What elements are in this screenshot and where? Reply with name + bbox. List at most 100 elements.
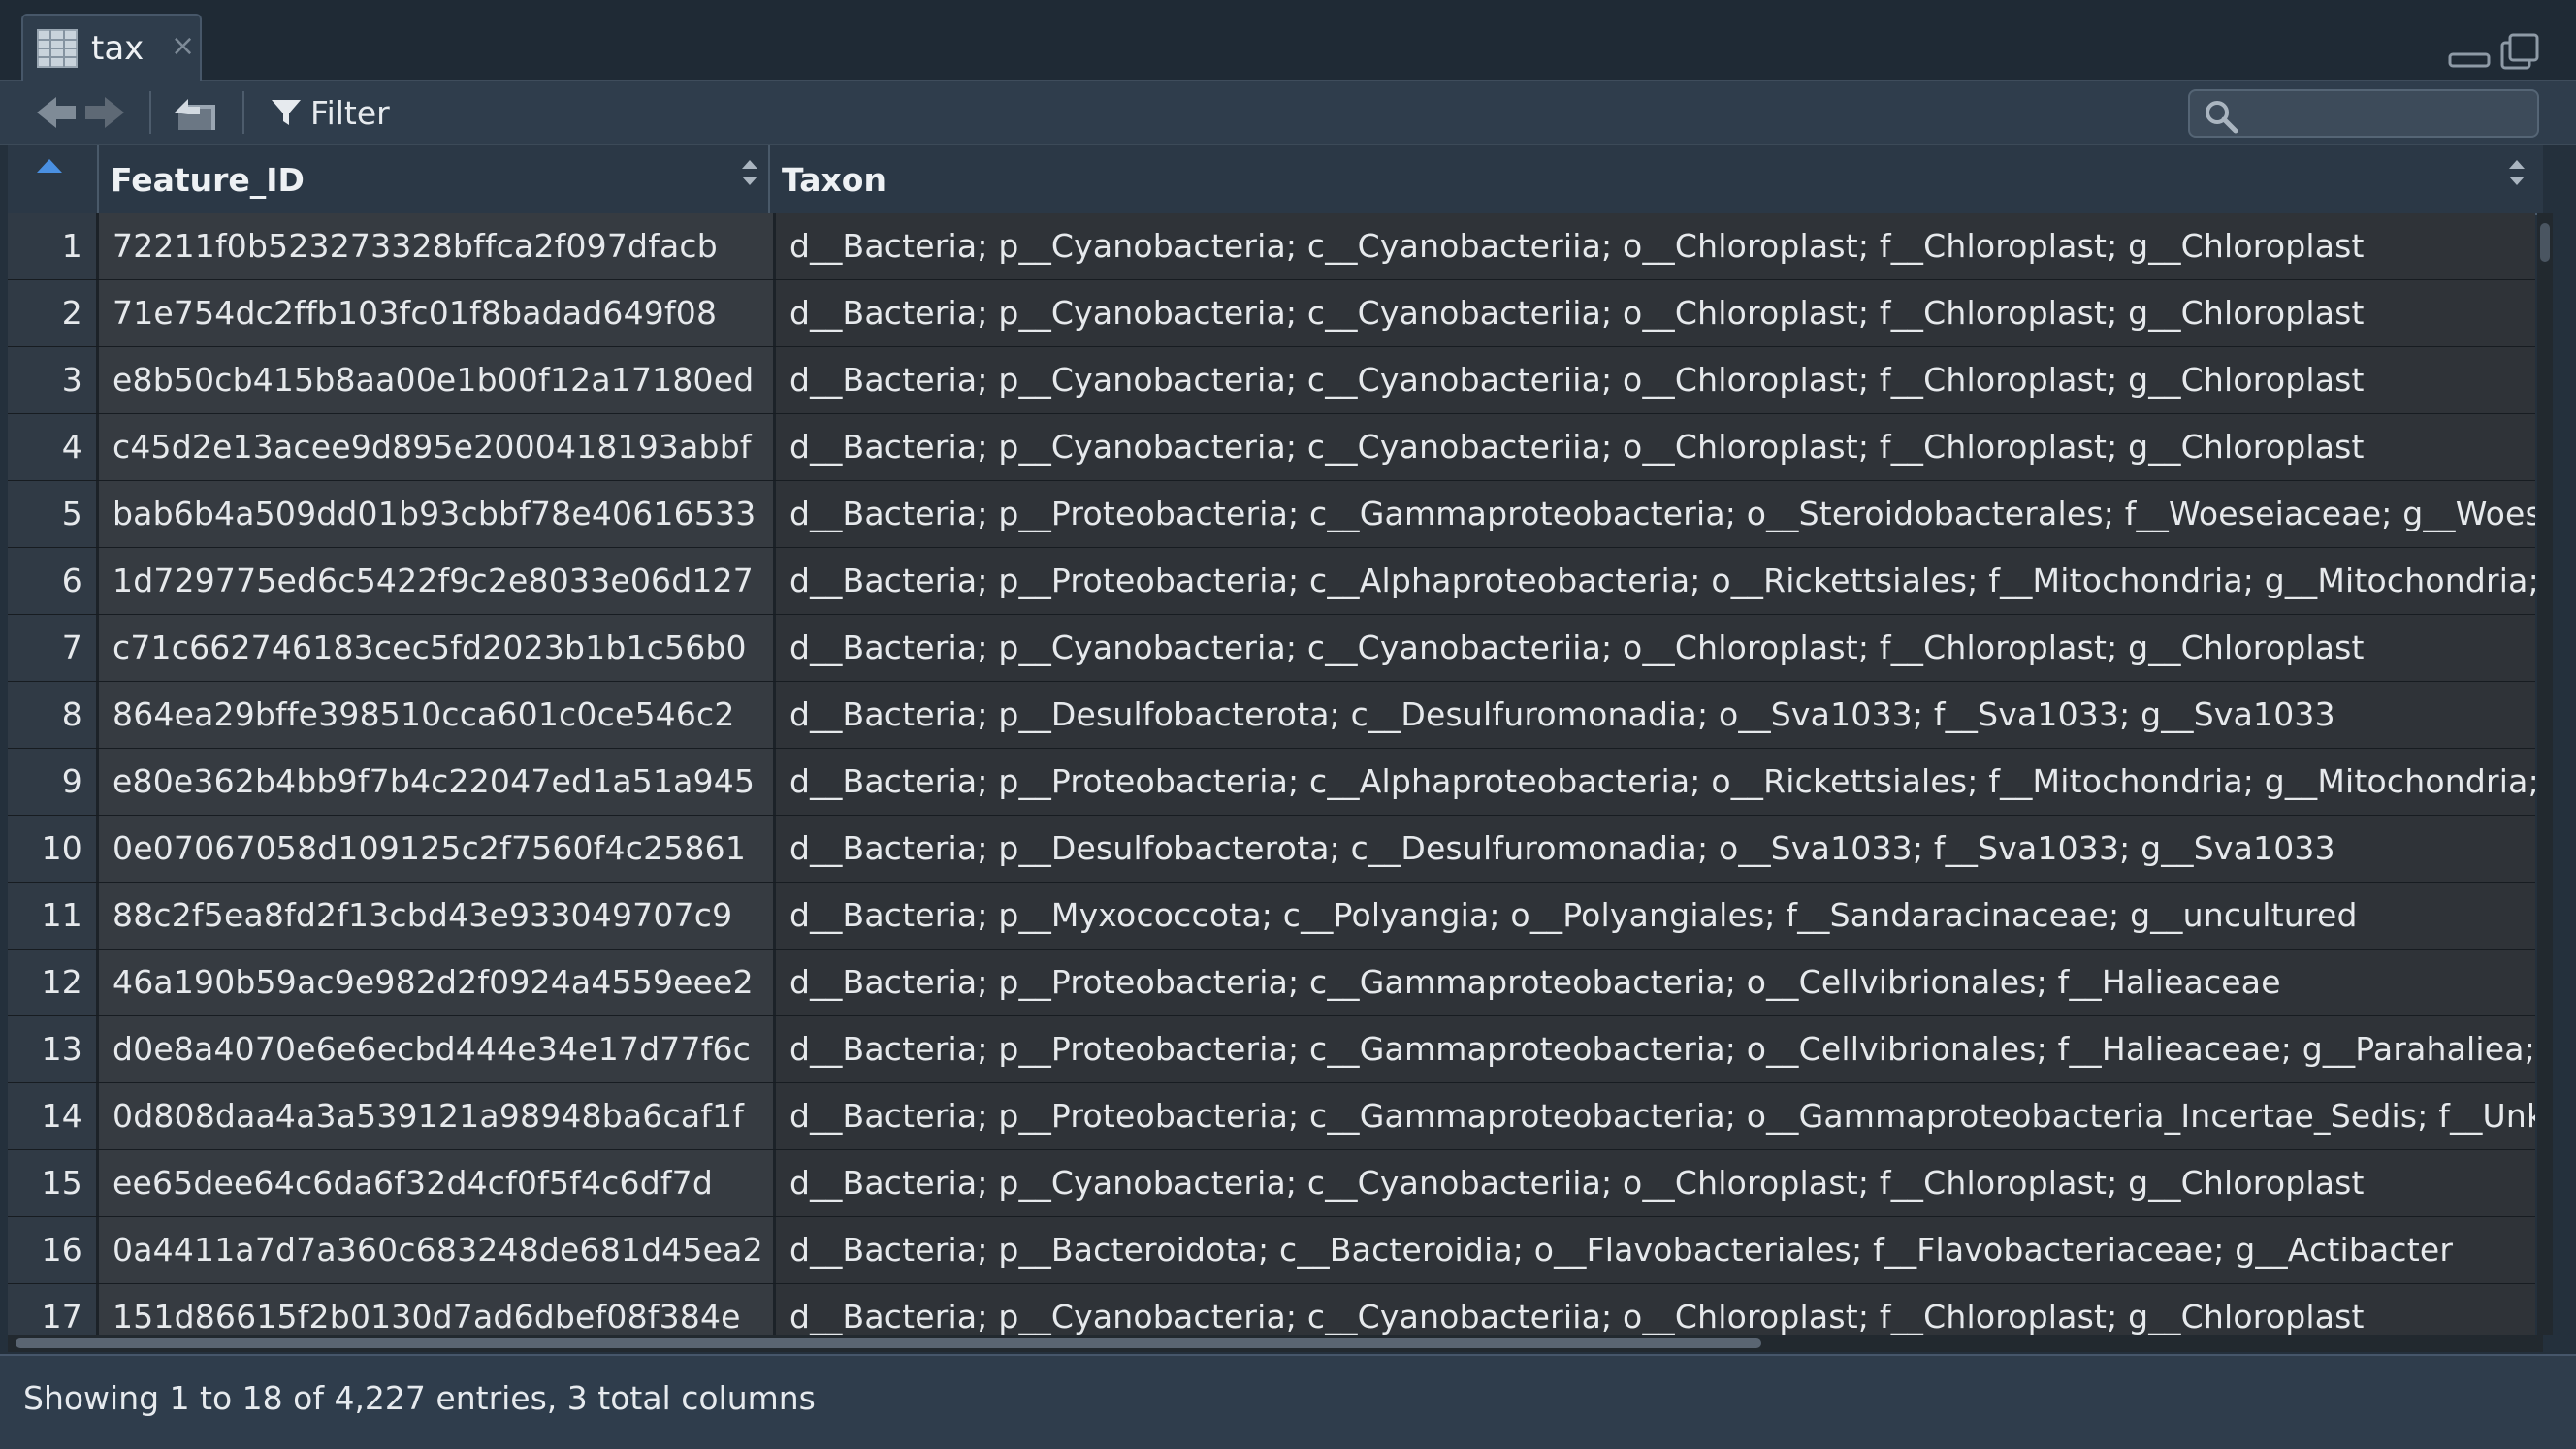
feature-id-cell[interactable]: 46a190b59ac9e982d2f0924a4559eee2 — [99, 950, 776, 1015]
tab-tax[interactable]: tax × — [21, 14, 202, 81]
search-box[interactable] — [2188, 89, 2539, 138]
taxon-cell[interactable]: d__Bacteria; p__Cyanobacteria; c__Cyanob… — [776, 1150, 2535, 1216]
horizontal-scrollbar[interactable] — [8, 1335, 2543, 1352]
taxon-cell[interactable]: d__Bacteria; p__Proteobacteria; c__Gamma… — [776, 1016, 2535, 1082]
table-row[interactable]: 5 bab6b4a509dd01b93cbbf78e40616533 d__Bact… — [8, 481, 2535, 548]
taxon-cell[interactable]: d__Bacteria; p__Cyanobacteria; c__Cyanob… — [776, 280, 2535, 346]
status-bar: Showing 1 to 18 of 4,227 entries, 3 tota… — [0, 1354, 2576, 1449]
column-header-index[interactable] — [8, 145, 99, 213]
taxon-cell[interactable]: d__Bacteria; p__Proteobacteria; c__Gamma… — [776, 1083, 2535, 1149]
table-row[interactable]: 3 e8b50cb415b8aa00e1b00f12a17180ed d__Bact… — [8, 347, 2535, 414]
taxon-cell[interactable]: d__Bacteria; p__Proteobacteria; c__Alpha… — [776, 749, 2535, 815]
taxon-cell[interactable]: d__Bacteria; p__Cyanobacteria; c__Cyanob… — [776, 347, 2535, 413]
taxon-cell[interactable]: d__Bacteria; p__Cyanobacteria; c__Cyanob… — [776, 414, 2535, 480]
table-row[interactable]: 9 e80e362b4bb9f7b4c22047ed1a51a945 d__Bact… — [8, 749, 2535, 816]
tab-title: tax — [91, 29, 145, 68]
close-icon[interactable]: × — [171, 29, 195, 63]
taxon-cell[interactable]: d__Bacteria; p__Proteobacteria; c__Alpha… — [776, 548, 2535, 614]
table-row[interactable]: 15 ee65dee64c6da6f32d4cf0f5f4c6df7d d__Bac… — [8, 1150, 2535, 1217]
column-header-feature-id[interactable]: Feature_ID — [99, 145, 770, 213]
feature-id-cell[interactable]: e8b50cb415b8aa00e1b00f12a17180ed — [99, 347, 776, 413]
back-arrow-icon[interactable] — [33, 91, 80, 134]
row-index-cell: 8 — [8, 682, 99, 748]
popout-icon[interactable] — [171, 91, 219, 134]
taxon-cell[interactable]: d__Bacteria; p__Desulfobacterota; c__Des… — [776, 682, 2535, 748]
row-index-cell: 16 — [8, 1217, 99, 1283]
feature-id-cell[interactable]: 0e07067058d109125c2f7560f4c25861 — [99, 816, 776, 882]
feature-id-cell[interactable]: bab6b4a509dd01b93cbbf78e40616533 — [99, 481, 776, 547]
feature-id-cell[interactable]: ee65dee64c6da6f32d4cf0f5f4c6df7d — [99, 1150, 776, 1216]
toolbar-separator — [242, 91, 244, 134]
feature-id-cell[interactable]: 0d808daa4a3a539121a98948ba6caf1f — [99, 1083, 776, 1149]
table-row[interactable]: 17 151d86615f2b0130d7ad6dbef08f384e d__Bac… — [8, 1284, 2535, 1335]
table-row[interactable]: 13 d0e8a4070e6e6ecbd444e34e17d77f6c d__Bac… — [8, 1016, 2535, 1083]
filter-button[interactable]: Filter — [270, 89, 390, 136]
feature-id: e8b50cb415b8aa00e1b00f12a17180ed — [113, 361, 755, 399]
feature-id-cell[interactable]: c71c662746183cec5fd2023b1b1c56b0 — [99, 615, 776, 681]
vertical-scrollbar[interactable] — [2537, 213, 2553, 1335]
feature-id-cell[interactable]: 864ea29bffe398510cca601c0ce546c2 — [99, 682, 776, 748]
row-index: 1 — [61, 227, 82, 265]
feature-id: 72211f0b523273328bffca2f097dfacb — [113, 227, 718, 265]
feature-id-cell[interactable]: c45d2e13acee9d895e2000418193abbf — [99, 414, 776, 480]
feature-id-cell[interactable]: 0a4411a7d7a360c683248de681d45ea2 — [99, 1217, 776, 1283]
table-row[interactable]: 6 1d729775ed6c5422f9c2e8033e06d127 d__Bact… — [8, 548, 2535, 615]
row-index-cell: 10 — [8, 816, 99, 882]
sort-icon[interactable] — [2508, 159, 2526, 186]
table-row[interactable]: 8 864ea29bffe398510cca601c0ce546c2 d__Bact… — [8, 682, 2535, 749]
filter-icon — [272, 100, 301, 125]
taxon: d__Bacteria; p__Desulfobacterota; c__Des… — [789, 829, 2335, 867]
feature-id: bab6b4a509dd01b93cbbf78e40616533 — [113, 495, 757, 532]
taxon-cell[interactable]: d__Bacteria; p__Proteobacteria; c__Gamma… — [776, 481, 2535, 547]
feature-id-cell[interactable]: 88c2f5ea8fd2f13cbd43e933049707c9 — [99, 883, 776, 949]
row-index: 16 — [41, 1231, 82, 1269]
taxon: d__Bacteria; p__Cyanobacteria; c__Cyanob… — [789, 428, 2365, 466]
row-index-cell: 11 — [8, 883, 99, 949]
feature-id: 88c2f5ea8fd2f13cbd43e933049707c9 — [113, 896, 733, 934]
row-index: 2 — [61, 294, 82, 332]
feature-id-cell[interactable]: 1d729775ed6c5422f9c2e8033e06d127 — [99, 548, 776, 614]
table-row[interactable]: 11 88c2f5ea8fd2f13cbd43e933049707c9 d__Bac… — [8, 883, 2535, 950]
taxon-cell[interactable]: d__Bacteria; p__Desulfobacterota; c__Des… — [776, 816, 2535, 882]
feature-id-cell[interactable]: 72211f0b523273328bffca2f097dfacb — [99, 213, 776, 279]
taxon-cell[interactable]: d__Bacteria; p__Cyanobacteria; c__Cyanob… — [776, 615, 2535, 681]
table-row[interactable]: 7 c71c662746183cec5fd2023b1b1c56b0 d__Bact… — [8, 615, 2535, 682]
feature-id: 0d808daa4a3a539121a98948ba6caf1f — [113, 1097, 745, 1135]
scrollbar-thumb[interactable] — [16, 1338, 1761, 1348]
sort-ascending-icon — [37, 159, 62, 173]
feature-id-cell[interactable]: e80e362b4bb9f7b4c22047ed1a51a945 — [99, 749, 776, 815]
feature-id: c45d2e13acee9d895e2000418193abbf — [113, 428, 752, 466]
feature-id-cell[interactable]: d0e8a4070e6e6ecbd444e34e17d77f6c — [99, 1016, 776, 1082]
taxon-cell[interactable]: d__Bacteria; p__Cyanobacteria; c__Cyanob… — [776, 213, 2535, 279]
taxon-cell[interactable]: d__Bacteria; p__Cyanobacteria; c__Cyanob… — [776, 1284, 2535, 1335]
table-row[interactable]: 12 46a190b59ac9e982d2f0924a4559eee2 d__Bac… — [8, 950, 2535, 1016]
table-row[interactable]: 14 0d808daa4a3a539121a98948ba6caf1f d__Bac… — [8, 1083, 2535, 1150]
taxon-cell[interactable]: d__Bacteria; p__Myxococcota; c__Polyangi… — [776, 883, 2535, 949]
window-controls — [2448, 33, 2539, 70]
taxon-cell[interactable]: d__Bacteria; p__Bacteroidota; c__Bactero… — [776, 1217, 2535, 1283]
row-index-cell: 3 — [8, 347, 99, 413]
column-header-taxon[interactable]: Taxon — [770, 145, 2543, 213]
feature-id-cell[interactable]: 71e754dc2ffb103fc01f8badad649f08 — [99, 280, 776, 346]
sort-icon[interactable] — [741, 159, 758, 186]
row-index-cell: 1 — [8, 213, 99, 279]
taxon-cell[interactable]: d__Bacteria; p__Proteobacteria; c__Gamma… — [776, 950, 2535, 1015]
minimize-icon[interactable] — [2448, 52, 2491, 68]
table-row[interactable]: 1 72211f0b523273328bffca2f097dfacb d__Bact… — [8, 213, 2535, 280]
taxon: d__Bacteria; p__Cyanobacteria; c__Cyanob… — [789, 1298, 2365, 1335]
feature-id: c71c662746183cec5fd2023b1b1c56b0 — [113, 628, 747, 666]
table-row[interactable]: 16 0a4411a7d7a360c683248de681d45ea2 d__Bac… — [8, 1217, 2535, 1284]
taxon: d__Bacteria; p__Cyanobacteria; c__Cyanob… — [789, 294, 2365, 332]
scrollbar-thumb[interactable] — [2540, 223, 2550, 262]
row-index: 13 — [41, 1030, 82, 1068]
table-row[interactable]: 4 c45d2e13acee9d895e2000418193abbf d__Bact… — [8, 414, 2535, 481]
row-index-cell: 17 — [8, 1284, 99, 1335]
feature-id-cell[interactable]: 151d86615f2b0130d7ad6dbef08f384e — [99, 1284, 776, 1335]
row-index-cell: 4 — [8, 414, 99, 480]
search-input[interactable] — [2248, 95, 2533, 134]
grid-icon — [37, 29, 78, 68]
table-row[interactable]: 2 71e754dc2ffb103fc01f8badad649f08 d__Bact… — [8, 280, 2535, 347]
forward-arrow-icon[interactable] — [81, 91, 128, 134]
maximize-icon[interactable] — [2500, 33, 2539, 70]
table-row[interactable]: 10 0e07067058d109125c2f7560f4c25861 d__Bac… — [8, 816, 2535, 883]
